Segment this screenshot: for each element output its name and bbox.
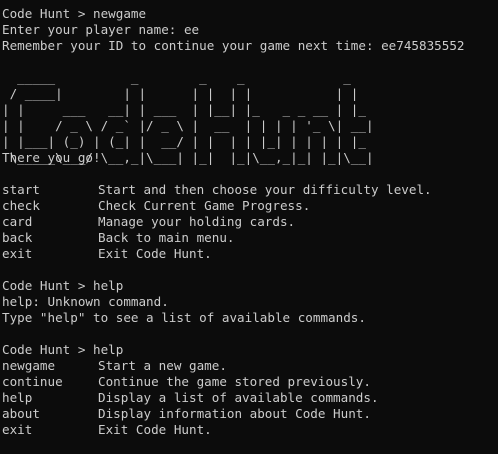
unknown-command-error: help: Unknown command.	[2, 294, 169, 309]
command-name: card	[2, 214, 33, 229]
command-name: newgame	[2, 358, 56, 373]
command-description: Exit Code Hunt.	[98, 422, 212, 437]
command-row: card Manage your holding cards.	[2, 214, 498, 230]
main-command-list: newgame Start a new game. continue Conti…	[2, 358, 498, 438]
command-row: start Start and then choose your difficu…	[2, 182, 498, 198]
command-description: Exit Code Hunt.	[98, 246, 212, 261]
banner-line: | | / _ \ / _` |/ _ \ | __ | | | | '_ \|…	[2, 118, 374, 133]
command-row: about Display information about Code Hun…	[2, 406, 498, 422]
banner-line: | | ___ __| | ___ | |__| |_ _ _ __ | |_	[2, 102, 374, 117]
command-name: exit	[2, 246, 33, 261]
help-hint: Type "help" to see a list of available c…	[2, 310, 366, 325]
command-name: about	[2, 406, 40, 421]
command-row: check Check Current Game Progress.	[2, 198, 498, 214]
prompt-help: Code Hunt > help	[2, 342, 124, 357]
command-description: Manage your holding cards.	[98, 214, 296, 229]
command-row: newgame Start a new game.	[2, 358, 498, 374]
command-row: exit Exit Code Hunt.	[2, 422, 498, 438]
command-name: continue	[2, 374, 63, 389]
code-hunt-ascii-banner: _____ _ _ _ _ / ____| | | | | | | | | | …	[2, 70, 498, 165]
command-name: exit	[2, 422, 33, 437]
command-description: Check Current Game Progress.	[98, 198, 311, 213]
banner-line: _____ _ _ _ _	[2, 70, 374, 85]
command-name: check	[2, 198, 40, 213]
command-row: help Display a list of available command…	[2, 390, 498, 406]
command-description: Continue the game stored previously.	[98, 374, 371, 389]
banner-line: / ____| | | | | | | | |	[2, 86, 374, 101]
command-description: Display a list of available commands.	[98, 390, 379, 405]
command-name: back	[2, 230, 33, 245]
command-row: continue Continue the game stored previo…	[2, 374, 498, 390]
command-row: exit Exit Code Hunt.	[2, 246, 498, 262]
command-description: Back to main menu.	[98, 230, 235, 245]
player-name-line: Enter your player name: ee	[2, 22, 200, 37]
game-command-list: start Start and then choose your difficu…	[2, 182, 498, 262]
command-description: Start and then choose your difficulty le…	[98, 182, 432, 197]
command-description: Start a new game.	[98, 358, 227, 373]
prompt-help: Code Hunt > help	[2, 278, 124, 293]
prompt-newgame: Code Hunt > newgame	[2, 6, 147, 21]
command-name: start	[2, 182, 40, 197]
player-id-line: Remember your ID to continue your game n…	[2, 38, 465, 53]
command-row: back Back to main menu.	[2, 230, 498, 246]
command-name: help	[2, 390, 33, 405]
terminal-window[interactable]: Code Hunt > newgame Enter your player na…	[0, 0, 498, 454]
command-description: Display information about Code Hunt.	[98, 406, 371, 421]
banner-line: | |___| (_) | (_| | __/ | | | | |_| | | …	[2, 134, 374, 149]
